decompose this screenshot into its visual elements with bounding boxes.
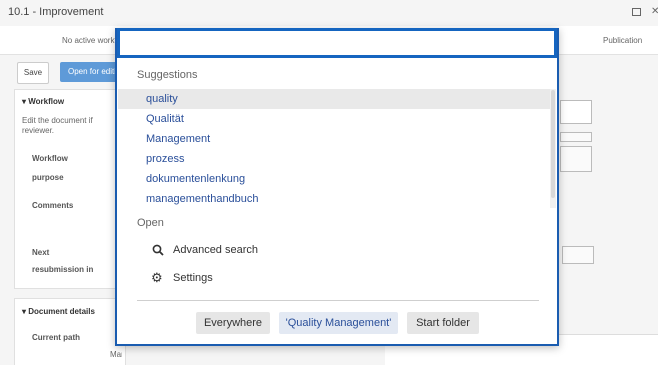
suggestion-item[interactable]: Management: [146, 133, 210, 145]
workflow-title-text: Workflow: [28, 97, 65, 106]
scope-everywhere-button[interactable]: Everywhere: [196, 312, 270, 334]
advanced-search-label: Advanced search: [173, 244, 258, 256]
workflow-description: Edit the document if reviewer.: [22, 116, 93, 135]
settings-option[interactable]: ⚙ Settings: [137, 268, 537, 290]
purpose-label: purpose: [32, 173, 64, 182]
search-icon: [152, 244, 164, 256]
close-icon[interactable]: ✕: [651, 6, 658, 17]
scope-quality-management-button[interactable]: 'Quality Management': [279, 312, 398, 334]
suggestion-item[interactable]: Qualität: [146, 113, 184, 125]
open-header: Open: [137, 217, 164, 229]
maximize-icon[interactable]: [632, 8, 641, 16]
document-preview-thumb: [560, 100, 592, 124]
search-input[interactable]: [117, 28, 557, 58]
document-details-title-text: Document details: [28, 307, 95, 316]
document-preview-lower: [562, 246, 594, 264]
suggestion-item[interactable]: managementhandbuch: [146, 193, 259, 205]
advanced-search-option[interactable]: Advanced search: [137, 240, 537, 262]
resubmission-label: resubmission in: [32, 265, 94, 274]
document-preview-line: [560, 132, 592, 142]
document-preview-box: [560, 146, 592, 172]
window-title: 10.1 - Improvement: [8, 6, 104, 18]
comments-label: Comments: [32, 201, 74, 210]
suggestion-item[interactable]: prozess: [146, 153, 185, 165]
publication-label: Publication: [603, 36, 643, 45]
scope-start-folder-button[interactable]: Start folder: [407, 312, 479, 334]
suggestion-item[interactable]: quality: [146, 93, 178, 105]
document-details-title[interactable]: ▾ Document details: [22, 307, 95, 316]
suggestion-item[interactable]: dokumentenlenkung: [146, 173, 245, 185]
divider: [137, 300, 539, 301]
current-path-value: Manual: [110, 350, 122, 359]
gear-icon: ⚙: [151, 270, 163, 285]
suggestions-scroll-thumb[interactable]: [551, 90, 555, 198]
open-for-editing-button[interactable]: Open for editing: [60, 62, 120, 82]
save-button[interactable]: Save: [17, 62, 49, 84]
workflow-label: Workflow: [32, 154, 68, 163]
suggestion-highlight: [118, 89, 556, 109]
next-label: Next: [32, 248, 50, 257]
settings-label: Settings: [173, 272, 213, 284]
suggestions-header: Suggestions: [137, 69, 198, 81]
current-path-label: Current path: [32, 333, 80, 342]
workflow-panel-title[interactable]: ▾ Workflow: [22, 97, 64, 106]
